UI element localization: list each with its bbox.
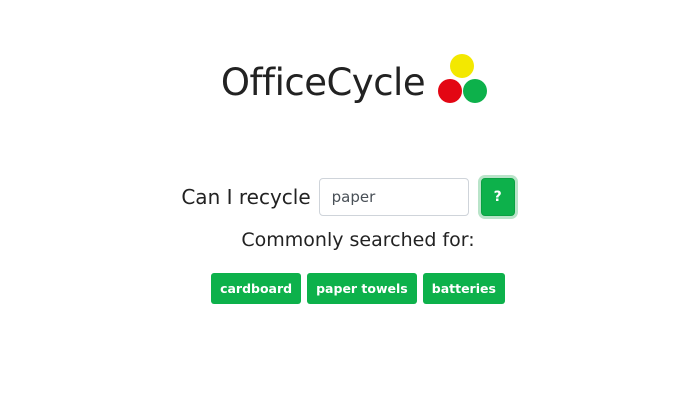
app-title: OfficeCycle [220, 60, 426, 104]
search-input[interactable] [318, 178, 469, 216]
logo: OfficeCycle [0, 54, 700, 110]
red-dot-icon [438, 79, 463, 103]
commonly-searched-label: Commonly searched for: [241, 229, 475, 251]
green-dot-icon [463, 79, 488, 103]
common-search-chip-batteries[interactable]: batteries [422, 273, 505, 304]
common-search-list: cardboard paper towels batteries [0, 273, 700, 304]
search-prompt-label: Can I recycle [181, 185, 311, 209]
search-submit-button[interactable]: ? [480, 178, 515, 216]
search-form: Can I recycle ? [0, 178, 700, 216]
three-dots-logo-icon [435, 54, 491, 106]
common-search-chip-cardboard[interactable]: cardboard [211, 273, 302, 304]
common-search-chip-paper-towels[interactable]: paper towels [307, 273, 417, 304]
page: OfficeCycle Can I recycle ? Commonly sea… [0, 0, 700, 400]
yellow-dot-icon [450, 54, 475, 78]
